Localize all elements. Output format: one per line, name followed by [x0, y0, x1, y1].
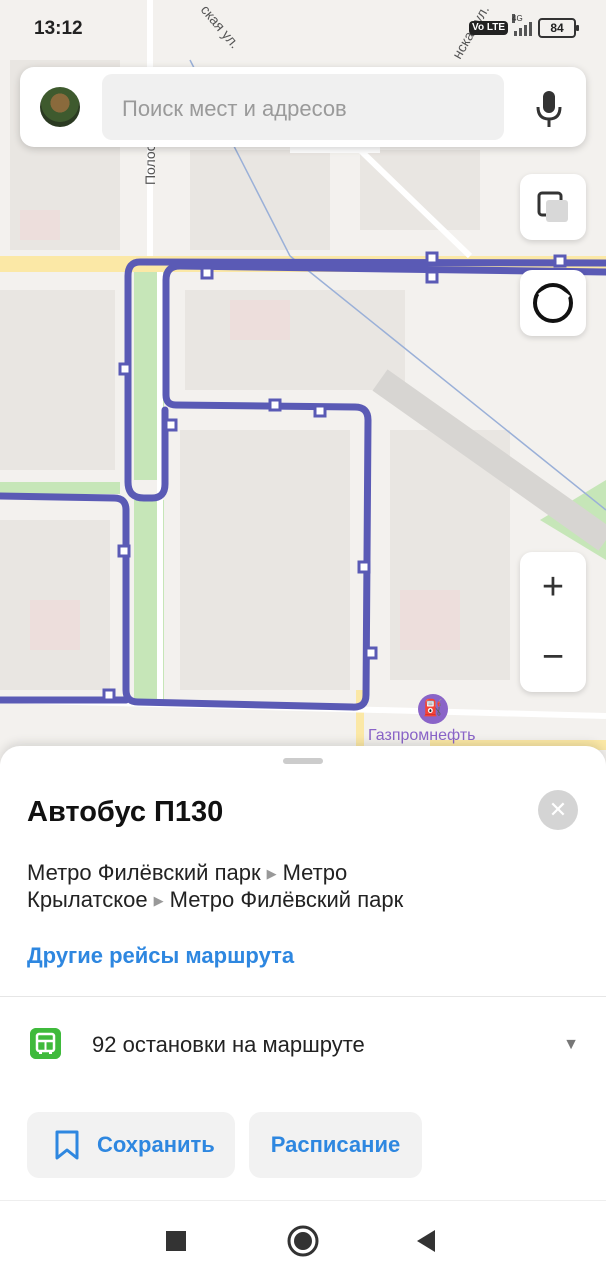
close-button[interactable]: ✕	[538, 790, 578, 830]
layers-button[interactable]	[520, 174, 586, 240]
stops-row[interactable]: 92 остановки на маршруте ▼	[0, 1014, 606, 1074]
chevron-down-icon[interactable]: ▼	[563, 1036, 579, 1054]
poi-label[interactable]: Газпромнефть	[368, 727, 476, 745]
route-stop: Метро Филёвский парк	[169, 887, 404, 912]
bus-icon	[30, 1028, 61, 1059]
status-bar: 13:12 Vo LTE 4G 84	[0, 0, 606, 58]
square-icon	[166, 1231, 186, 1251]
route-title: Автобус П130	[27, 796, 224, 828]
home-button[interactable]	[285, 1223, 321, 1259]
sheet-drag-handle[interactable]	[283, 758, 323, 764]
stops-count: 92 остановки на маршруте	[92, 1032, 365, 1057]
schedule-button-label: Расписание	[270, 1132, 401, 1157]
status-icons: Vo LTE 4G 84	[469, 14, 579, 38]
zoom-out-button[interactable]: −	[520, 622, 586, 692]
fuel-station-icon[interactable]: ⛽	[418, 694, 448, 724]
route-stops-line: Метро Филёвский парк ▶ Метро	[27, 860, 347, 886]
system-nav-bar	[0, 1200, 606, 1281]
route-stop: Метро Филёвский парк	[27, 860, 261, 885]
volte-icon: Vo LTE	[469, 21, 508, 35]
layers-icon	[537, 191, 568, 222]
save-button-label: Сохранить	[97, 1132, 215, 1157]
other-trips-link[interactable]: Другие рейсы маршрута	[27, 943, 294, 969]
save-button[interactable]: Сохранить	[27, 1112, 235, 1178]
alice-icon	[533, 283, 573, 323]
search-bar: Поиск мест и адресов	[20, 67, 586, 147]
route-stop: Метро	[282, 860, 348, 885]
schedule-button[interactable]: Расписание	[249, 1112, 422, 1178]
battery-icon: 84	[538, 18, 579, 38]
arrow-right-icon: ▶	[153, 893, 164, 908]
zoom-in-button[interactable]: +	[520, 552, 586, 622]
search-input[interactable]: Поиск мест и адресов	[102, 74, 504, 140]
user-avatar[interactable]	[40, 87, 80, 127]
arrow-right-icon: ▶	[266, 866, 277, 881]
alice-assistant-button[interactable]	[520, 270, 586, 336]
back-button[interactable]	[408, 1223, 444, 1259]
recents-button[interactable]	[158, 1223, 194, 1259]
route-card: Автобус П130 ✕ Метро Филёвский парк ▶ Метр…	[0, 746, 606, 1200]
route-stop: Крылатское	[27, 887, 148, 912]
circle-icon	[287, 1225, 319, 1257]
cellular-signal-icon: 4G	[512, 14, 532, 36]
search-placeholder: Поиск мест и адресов	[122, 96, 347, 121]
microphone-icon[interactable]	[536, 91, 562, 127]
divider	[0, 996, 606, 997]
zoom-control: + −	[520, 552, 586, 692]
status-time: 13:12	[34, 18, 83, 39]
triangle-back-icon	[417, 1230, 435, 1252]
route-stops-line: Крылатское ▶ Метро Филёвский парк	[27, 887, 403, 913]
bookmark-icon	[55, 1130, 79, 1160]
